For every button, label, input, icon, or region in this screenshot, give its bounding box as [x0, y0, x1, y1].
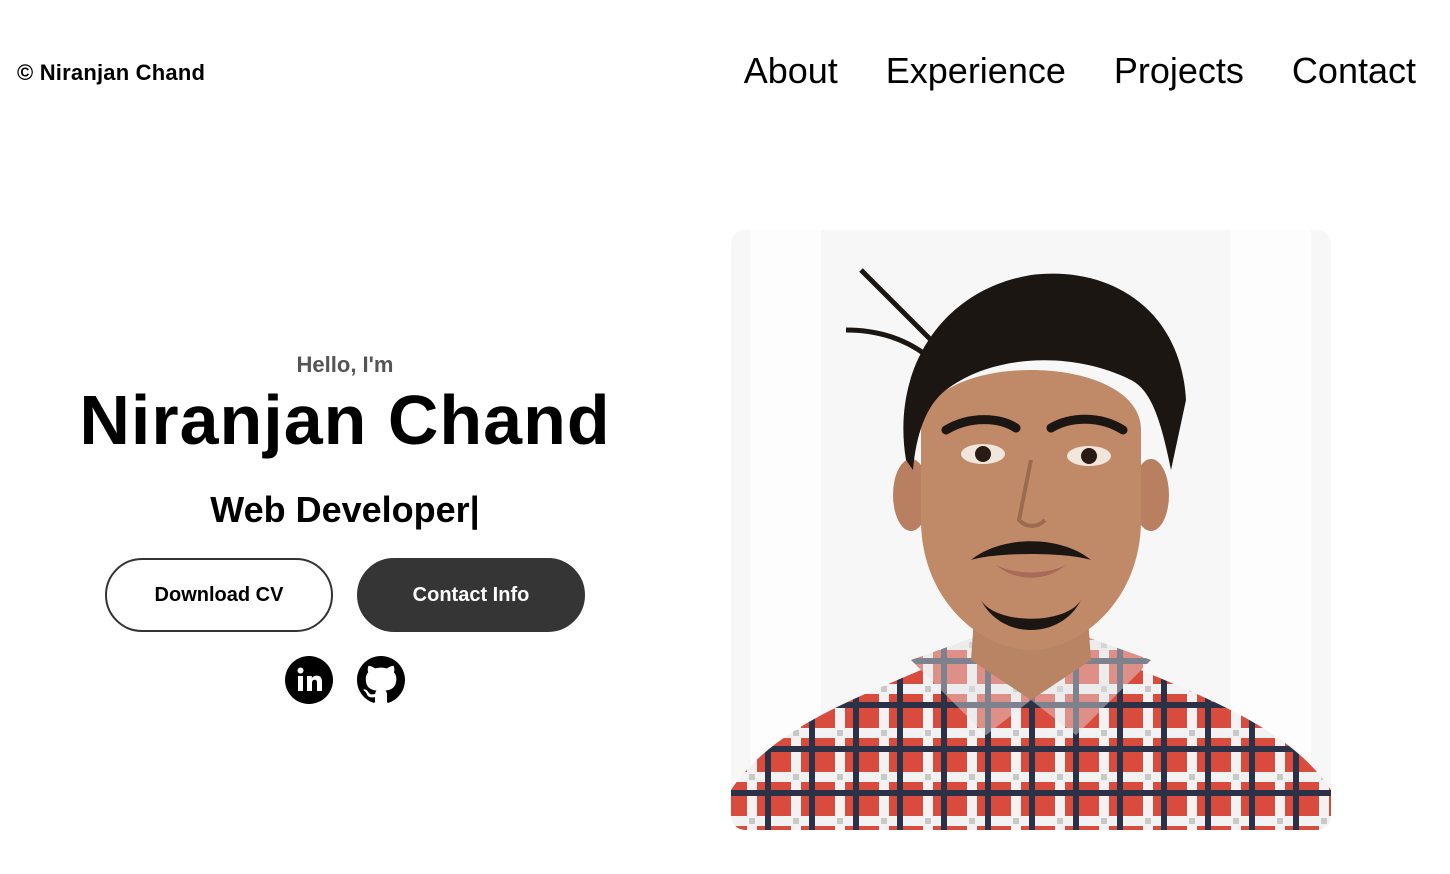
hero-name: Niranjan Chand	[79, 381, 611, 459]
page: © Niranjan Chand About Experience Projec…	[0, 0, 1450, 874]
hero-section: Hello, I'm Niranjan Chand Web Developer|…	[0, 350, 690, 704]
main-nav: About Experience Projects Contact	[744, 50, 1416, 92]
nav-about[interactable]: About	[744, 50, 838, 92]
github-icon[interactable]	[357, 656, 405, 704]
nav-contact[interactable]: Contact	[1292, 50, 1416, 92]
profile-portrait-image	[731, 230, 1331, 830]
linkedin-icon[interactable]	[285, 656, 333, 704]
nav-projects[interactable]: Projects	[1114, 50, 1244, 92]
nav-experience[interactable]: Experience	[886, 50, 1066, 92]
download-cv-button[interactable]: Download CV	[105, 558, 333, 632]
profile-photo	[731, 230, 1331, 830]
site-logo[interactable]: © Niranjan Chand	[17, 60, 205, 86]
social-links	[0, 656, 690, 704]
hero-buttons: Download CV Contact Info	[0, 558, 690, 632]
hero-greeting: Hello, I'm	[296, 352, 394, 377]
contact-info-button[interactable]: Contact Info	[357, 558, 585, 632]
hero-role: Web Developer|	[210, 489, 480, 530]
